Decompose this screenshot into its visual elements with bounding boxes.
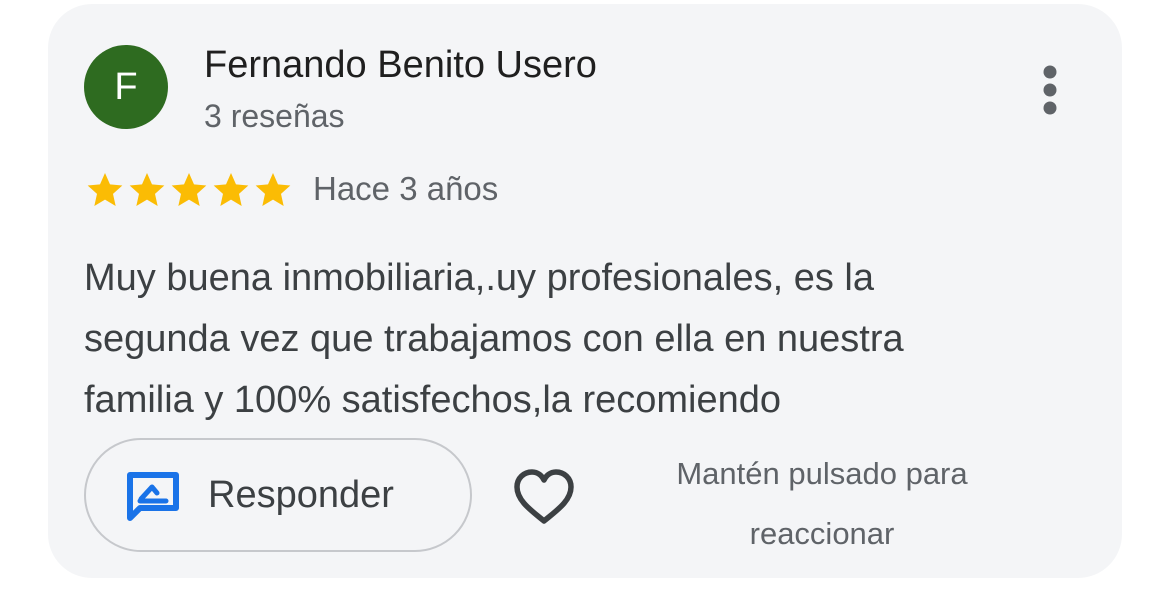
author-name[interactable]: Fernando Benito Usero [204,44,597,87]
star-icon [129,173,165,206]
star-icon [255,173,291,206]
reply-button[interactable]: Responder [84,438,472,552]
more-options-button[interactable] [1030,60,1070,120]
react-hint-line: Mantén pulsado para [676,456,968,491]
review-text-line: segunda vez que trabajamos con ella en n… [84,318,904,360]
heart-icon [514,469,574,524]
review-text: Muy buena inmobiliaria,.uy profesionales… [84,248,1084,431]
avatar-initial: F [114,65,138,108]
more-vert-icon [1043,65,1057,115]
react-hint: Mantén pulsado para reaccionar [634,444,1010,564]
star-rating [84,170,294,210]
star-icon [213,173,249,206]
star-icon [87,173,123,206]
review-text-line: Muy buena inmobiliaria,.uy profesionales… [84,257,874,299]
react-button[interactable] [512,468,576,526]
react-hint-line: reaccionar [749,516,895,551]
review-text-line: familia y 100% satisfechos,la recomiendo [84,379,782,421]
avatar[interactable]: F [84,45,168,129]
star-icon [171,173,207,206]
review-date: Hace 3 años [313,170,499,207]
review-count: 3 reseñas [204,98,345,134]
reply-icon [127,472,179,521]
review-card: F Fernando Benito Usero 3 reseñas Hace 3… [48,4,1122,578]
reply-label: Responder [208,474,394,516]
